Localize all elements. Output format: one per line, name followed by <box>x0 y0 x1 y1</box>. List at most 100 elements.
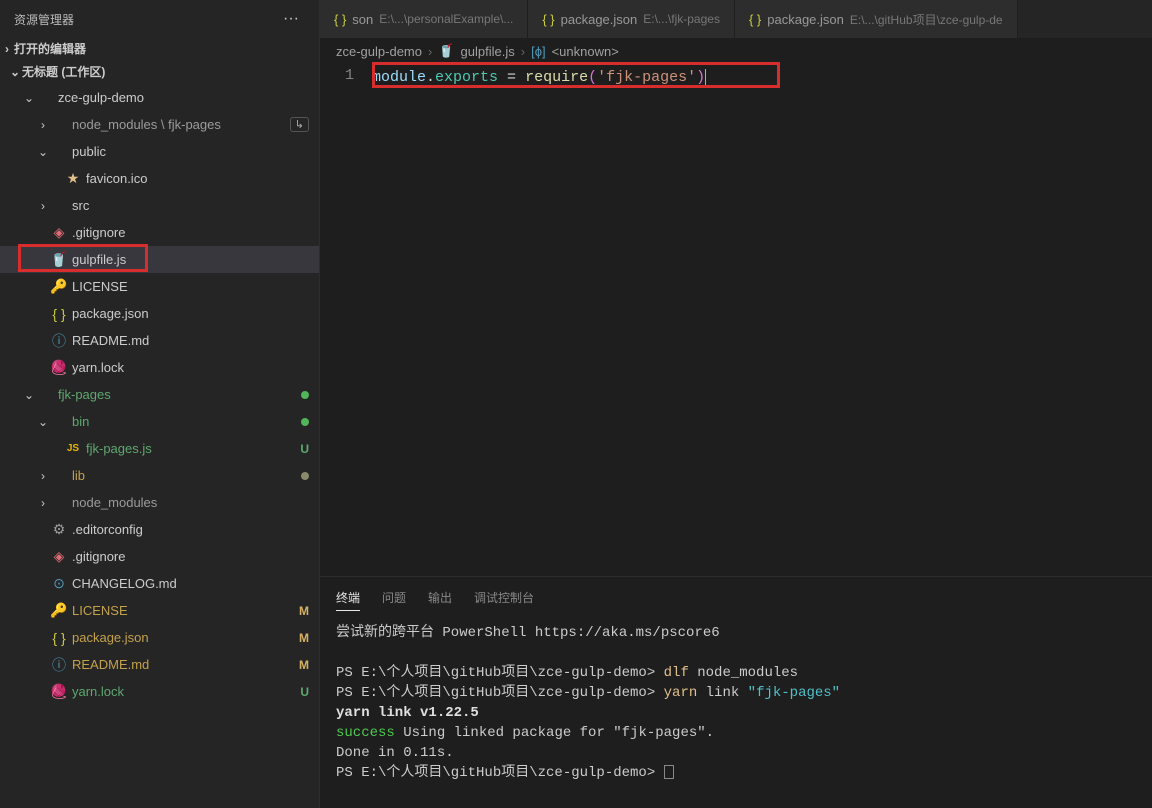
git-status-letter: M <box>299 604 309 618</box>
license-icon: 🔑 <box>50 278 68 295</box>
tree-item[interactable]: ›ⓘREADME.mdM <box>0 651 319 678</box>
tree-item[interactable]: ›ⓘREADME.md <box>0 327 319 354</box>
js-icon: JS <box>64 443 82 454</box>
workspace-section[interactable]: ⌄ 无标题 (工作区) <box>0 59 319 84</box>
tree-item[interactable]: ›{ }package.json <box>0 300 319 327</box>
code-editor[interactable]: 1 module.exports = require('fjk-pages') <box>320 64 1152 576</box>
tab-title: package.json <box>561 12 638 27</box>
tree-item[interactable]: ›★favicon.ico <box>0 165 319 192</box>
panel-tab-problems[interactable]: 问题 <box>382 585 406 611</box>
chevron-right-icon: › <box>36 118 50 132</box>
tree-item-label: .editorconfig <box>72 522 309 537</box>
tree-item[interactable]: ›🧶yarn.lockU <box>0 678 319 705</box>
tree-item-label: public <box>72 144 309 159</box>
chevron-down-icon: ⌄ <box>22 91 36 105</box>
token: require <box>525 69 588 86</box>
terminal-line: yarn link v1.22.5 <box>336 703 1136 723</box>
tree-item[interactable]: ⌄fjk-pages <box>0 381 319 408</box>
panel-tab-debug[interactable]: 调试控制台 <box>474 585 534 611</box>
breadcrumb-seg: gulpfile.js <box>461 44 515 59</box>
editor-tab[interactable]: { }package.jsonE:\...\fjk-pages <box>528 0 735 38</box>
tree-item[interactable]: ›🥤gulpfile.js <box>0 246 319 273</box>
open-editors-section[interactable]: › 打开的编辑器 <box>0 38 319 59</box>
tree-item[interactable]: ›🔑LICENSEM <box>0 597 319 624</box>
tab-path: E:\...\fjk-pages <box>643 12 720 26</box>
tree-item-label: fjk-pages <box>58 387 301 402</box>
chevron-right-icon: › <box>0 42 14 56</box>
code-line[interactable]: module.exports = require('fjk-pages') <box>372 67 706 89</box>
gulp-icon: 🥤 <box>438 43 454 59</box>
gulp-icon: 🥤 <box>50 251 68 268</box>
cursor <box>705 69 706 86</box>
explorer-sidebar: 资源管理器 ··· › 打开的编辑器 ⌄ 无标题 (工作区) ⌄zce-gulp… <box>0 0 320 808</box>
tree-item-label: yarn.lock <box>72 684 300 699</box>
tree-item-label: README.md <box>72 657 299 672</box>
tree-item[interactable]: ›JSfjk-pages.jsU <box>0 435 319 462</box>
token: ) <box>696 69 705 86</box>
explorer-more-icon[interactable]: ··· <box>277 10 305 28</box>
tree-item-label: LICENSE <box>72 279 309 294</box>
explorer-header: 资源管理器 ··· <box>0 0 319 38</box>
tree-item[interactable]: ⌄bin <box>0 408 319 435</box>
terminal-line: PS E:\个人项目\gitHub项目\zce-gulp-demo> <box>336 763 1136 783</box>
tree-item[interactable]: ›⚙.editorconfig <box>0 516 319 543</box>
token: . <box>426 69 435 86</box>
chevron-right-icon: › <box>428 44 432 59</box>
tree-item-label: gulpfile.js <box>72 252 309 267</box>
token: ( <box>588 69 597 86</box>
json-icon: { } <box>334 12 346 27</box>
tree-item[interactable]: ›⊙CHANGELOG.md <box>0 570 319 597</box>
explorer-title: 资源管理器 <box>14 11 74 28</box>
tree-item-label: package.json <box>72 306 309 321</box>
tree-item[interactable]: › node_modules \ fjk-pages↳ <box>0 111 319 138</box>
tree-item[interactable]: ›{ }package.jsonM <box>0 624 319 651</box>
symbol-icon: [ϕ] <box>531 44 546 59</box>
chevron-right-icon: › <box>36 199 50 213</box>
json-icon: { } <box>749 12 761 27</box>
workspace-label: 无标题 (工作区) <box>22 63 105 80</box>
tab-path: E:\...\personalExample\... <box>379 12 513 26</box>
tree-item-label: README.md <box>72 333 309 348</box>
terminal-output[interactable]: 尝试新的跨平台 PowerShell https://aka.ms/pscore… <box>320 615 1152 808</box>
open-editors-label: 打开的编辑器 <box>14 40 86 57</box>
terminal-line: 尝试新的跨平台 PowerShell https://aka.ms/pscore… <box>336 623 1136 643</box>
yarn-icon: 🧶 <box>50 683 68 700</box>
tree-item-label: node_modules <box>72 495 309 510</box>
breadcrumb[interactable]: zce-gulp-demo › 🥤 gulpfile.js › [ϕ] <unk… <box>320 38 1152 64</box>
terminal-line: Done in 0.11s. <box>336 743 1136 763</box>
tab-title: package.json <box>767 12 844 27</box>
bottom-panel: 终端 问题 输出 调试控制台 尝试新的跨平台 PowerShell https:… <box>320 576 1152 808</box>
code-content[interactable]: module.exports = require('fjk-pages') <box>372 64 706 576</box>
git-status-letter: M <box>299 658 309 672</box>
token: 'fjk-pages' <box>597 69 696 86</box>
shortcut-icon: ↳ <box>290 117 309 132</box>
editor-tabs: { }sonE:\...\personalExample\...{ }packa… <box>320 0 1152 38</box>
tree-item[interactable]: ›node_modules <box>0 489 319 516</box>
git-icon: ◈ <box>50 548 68 565</box>
tree-item[interactable]: ›🔑LICENSE <box>0 273 319 300</box>
chevron-down-icon: ⌄ <box>36 145 50 159</box>
breadcrumb-seg: <unknown> <box>552 44 619 59</box>
line-number: 1 <box>320 67 354 84</box>
git-status-letter: U <box>300 442 309 456</box>
tree-item[interactable]: ›🧶yarn.lock <box>0 354 319 381</box>
yarn-icon: 🧶 <box>50 359 68 376</box>
tree-item[interactable]: ⌄ public <box>0 138 319 165</box>
editor-tab[interactable]: { }sonE:\...\personalExample\... <box>320 0 528 38</box>
tree-item-label: lib <box>72 468 301 483</box>
tree-item[interactable]: ›◈.gitignore <box>0 219 319 246</box>
tree-item[interactable]: ›◈.gitignore <box>0 543 319 570</box>
changelog-icon: ⊙ <box>50 575 68 592</box>
tree-item-label: favicon.ico <box>86 171 309 186</box>
token: = <box>498 69 525 86</box>
tree-item[interactable]: ›lib <box>0 462 319 489</box>
terminal-line: success Using linked package for "fjk-pa… <box>336 723 1136 743</box>
panel-tab-output[interactable]: 输出 <box>428 585 452 611</box>
panel-tab-terminal[interactable]: 终端 <box>336 585 360 611</box>
token: exports <box>435 69 498 86</box>
tree-item[interactable]: ⌄zce-gulp-demo <box>0 84 319 111</box>
tree-item[interactable]: ›src <box>0 192 319 219</box>
tree-item-label: node_modules \ fjk-pages <box>72 117 290 132</box>
editor-tab[interactable]: { }package.jsonE:\...\gitHub项目\zce-gulp-… <box>735 0 1018 38</box>
tree-item-label: package.json <box>72 630 299 645</box>
